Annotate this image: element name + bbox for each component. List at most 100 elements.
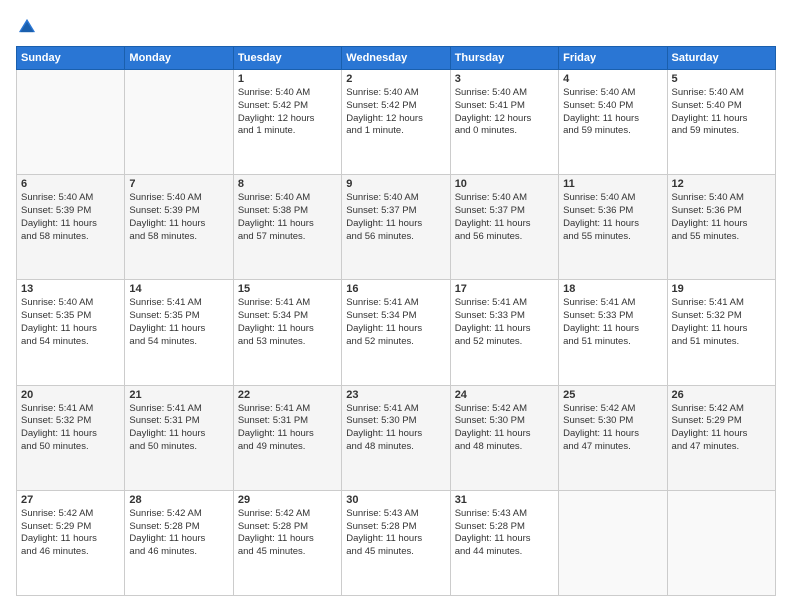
- day-info-line: Sunset: 5:32 PM: [21, 415, 120, 428]
- day-info-line: Daylight: 11 hours: [129, 428, 228, 441]
- day-number: 1: [238, 73, 337, 85]
- calendar-cell: 8Sunrise: 5:40 AMSunset: 5:38 PMDaylight…: [233, 175, 341, 280]
- day-info-line: Daylight: 11 hours: [672, 428, 771, 441]
- day-info-line: Sunrise: 5:42 AM: [672, 403, 771, 416]
- day-info-line: Sunset: 5:33 PM: [563, 310, 662, 323]
- day-info-line: and 56 minutes.: [455, 231, 554, 244]
- calendar-cell: 21Sunrise: 5:41 AMSunset: 5:31 PMDayligh…: [125, 385, 233, 490]
- day-number: 22: [238, 389, 337, 401]
- calendar-cell: [125, 70, 233, 175]
- calendar-week-2: 6Sunrise: 5:40 AMSunset: 5:39 PMDaylight…: [17, 175, 776, 280]
- day-info-line: Sunrise: 5:41 AM: [21, 403, 120, 416]
- day-info-line: Sunset: 5:36 PM: [563, 205, 662, 218]
- day-info-line: Sunrise: 5:40 AM: [21, 297, 120, 310]
- weekday-header-friday: Friday: [559, 47, 667, 70]
- calendar-cell: 10Sunrise: 5:40 AMSunset: 5:37 PMDayligh…: [450, 175, 558, 280]
- day-info-line: and 51 minutes.: [672, 336, 771, 349]
- day-number: 27: [21, 494, 120, 506]
- day-number: 15: [238, 283, 337, 295]
- calendar-cell: 24Sunrise: 5:42 AMSunset: 5:30 PMDayligh…: [450, 385, 558, 490]
- day-info-line: and 48 minutes.: [346, 441, 445, 454]
- day-info-line: and 0 minutes.: [455, 125, 554, 138]
- day-info-line: Sunrise: 5:40 AM: [238, 87, 337, 100]
- logo-icon: [16, 16, 38, 38]
- day-number: 6: [21, 178, 120, 190]
- weekday-header-wednesday: Wednesday: [342, 47, 450, 70]
- day-info-line: Sunset: 5:33 PM: [455, 310, 554, 323]
- day-info-line: Daylight: 11 hours: [563, 323, 662, 336]
- day-number: 12: [672, 178, 771, 190]
- calendar-cell: 22Sunrise: 5:41 AMSunset: 5:31 PMDayligh…: [233, 385, 341, 490]
- day-info-line: Sunset: 5:38 PM: [238, 205, 337, 218]
- day-info-line: Sunrise: 5:41 AM: [346, 403, 445, 416]
- day-info-line: Daylight: 11 hours: [129, 533, 228, 546]
- day-number: 20: [21, 389, 120, 401]
- day-info-line: Sunrise: 5:43 AM: [455, 508, 554, 521]
- day-info-line: Sunset: 5:35 PM: [21, 310, 120, 323]
- day-info-line: Sunset: 5:30 PM: [455, 415, 554, 428]
- day-info-line: and 55 minutes.: [563, 231, 662, 244]
- day-info-line: and 47 minutes.: [672, 441, 771, 454]
- day-info-line: Sunrise: 5:41 AM: [129, 297, 228, 310]
- day-info-line: Sunrise: 5:40 AM: [672, 87, 771, 100]
- day-info-line: and 59 minutes.: [563, 125, 662, 138]
- calendar-cell: 30Sunrise: 5:43 AMSunset: 5:28 PMDayligh…: [342, 490, 450, 595]
- calendar-cell: 18Sunrise: 5:41 AMSunset: 5:33 PMDayligh…: [559, 280, 667, 385]
- day-info-line: Daylight: 11 hours: [238, 533, 337, 546]
- day-info-line: Sunrise: 5:41 AM: [129, 403, 228, 416]
- weekday-header-row: SundayMondayTuesdayWednesdayThursdayFrid…: [17, 47, 776, 70]
- day-info-line: Sunrise: 5:42 AM: [455, 403, 554, 416]
- day-number: 8: [238, 178, 337, 190]
- day-info-line: Sunset: 5:28 PM: [129, 521, 228, 534]
- day-number: 24: [455, 389, 554, 401]
- day-info-line: Daylight: 11 hours: [346, 218, 445, 231]
- day-info-line: Sunrise: 5:40 AM: [455, 192, 554, 205]
- day-number: 25: [563, 389, 662, 401]
- calendar-cell: [559, 490, 667, 595]
- day-number: 28: [129, 494, 228, 506]
- day-info-line: Sunrise: 5:42 AM: [21, 508, 120, 521]
- day-number: 14: [129, 283, 228, 295]
- day-info-line: Daylight: 11 hours: [563, 113, 662, 126]
- calendar-cell: [667, 490, 775, 595]
- calendar-header: SundayMondayTuesdayWednesdayThursdayFrid…: [17, 47, 776, 70]
- day-info-line: and 50 minutes.: [129, 441, 228, 454]
- day-info-line: and 46 minutes.: [21, 546, 120, 559]
- day-info-line: Daylight: 11 hours: [346, 533, 445, 546]
- header: [16, 16, 776, 38]
- day-number: 19: [672, 283, 771, 295]
- day-info-line: Sunrise: 5:40 AM: [563, 192, 662, 205]
- calendar-cell: 29Sunrise: 5:42 AMSunset: 5:28 PMDayligh…: [233, 490, 341, 595]
- day-info-line: Sunrise: 5:40 AM: [672, 192, 771, 205]
- day-info-line: Daylight: 11 hours: [672, 323, 771, 336]
- calendar-cell: 17Sunrise: 5:41 AMSunset: 5:33 PMDayligh…: [450, 280, 558, 385]
- day-info-line: Sunrise: 5:40 AM: [21, 192, 120, 205]
- day-info-line: Sunset: 5:39 PM: [21, 205, 120, 218]
- day-info-line: Sunrise: 5:41 AM: [238, 297, 337, 310]
- day-info-line: Daylight: 11 hours: [21, 533, 120, 546]
- day-info-line: Sunrise: 5:40 AM: [129, 192, 228, 205]
- calendar-cell: 25Sunrise: 5:42 AMSunset: 5:30 PMDayligh…: [559, 385, 667, 490]
- day-info-line: Daylight: 11 hours: [346, 323, 445, 336]
- day-info-line: Sunset: 5:42 PM: [346, 100, 445, 113]
- day-info-line: Sunrise: 5:40 AM: [238, 192, 337, 205]
- day-info-line: and 56 minutes.: [346, 231, 445, 244]
- day-info-line: Sunset: 5:41 PM: [455, 100, 554, 113]
- calendar-cell: 27 Sunrise: 5:42 AMSunset: 5:29 PMDayligh…: [17, 490, 125, 595]
- calendar-cell: 23Sunrise: 5:41 AMSunset: 5:30 PMDayligh…: [342, 385, 450, 490]
- calendar-body: 1 Sunrise: 5:40 AM Sunset: 5:42 PM Daylight…: [17, 70, 776, 596]
- day-info-line: Sunset: 5:34 PM: [238, 310, 337, 323]
- day-info-line: Sunset: 5:40 PM: [563, 100, 662, 113]
- day-info-line: Sunrise: 5:42 AM: [238, 508, 337, 521]
- calendar-cell: 13Sunrise: 5:40 AMSunset: 5:35 PMDayligh…: [17, 280, 125, 385]
- day-number: 26: [672, 389, 771, 401]
- day-info-line: Daylight: 11 hours: [238, 323, 337, 336]
- day-info-line: Sunset: 5:29 PM: [672, 415, 771, 428]
- day-info-line: Daylight: 12 hours: [238, 113, 337, 126]
- day-info-line: Sunset: 5:29 PM: [21, 521, 120, 534]
- day-info-line: Sunset: 5:34 PM: [346, 310, 445, 323]
- calendar-week-5: 27Sunrise: 5:42 AMSunset: 5:29 PMDayligh…: [17, 490, 776, 595]
- day-info-line: and 44 minutes.: [455, 546, 554, 559]
- day-info-line: Daylight: 11 hours: [672, 113, 771, 126]
- calendar-cell: 19Sunrise: 5:41 AMSunset: 5:32 PMDayligh…: [667, 280, 775, 385]
